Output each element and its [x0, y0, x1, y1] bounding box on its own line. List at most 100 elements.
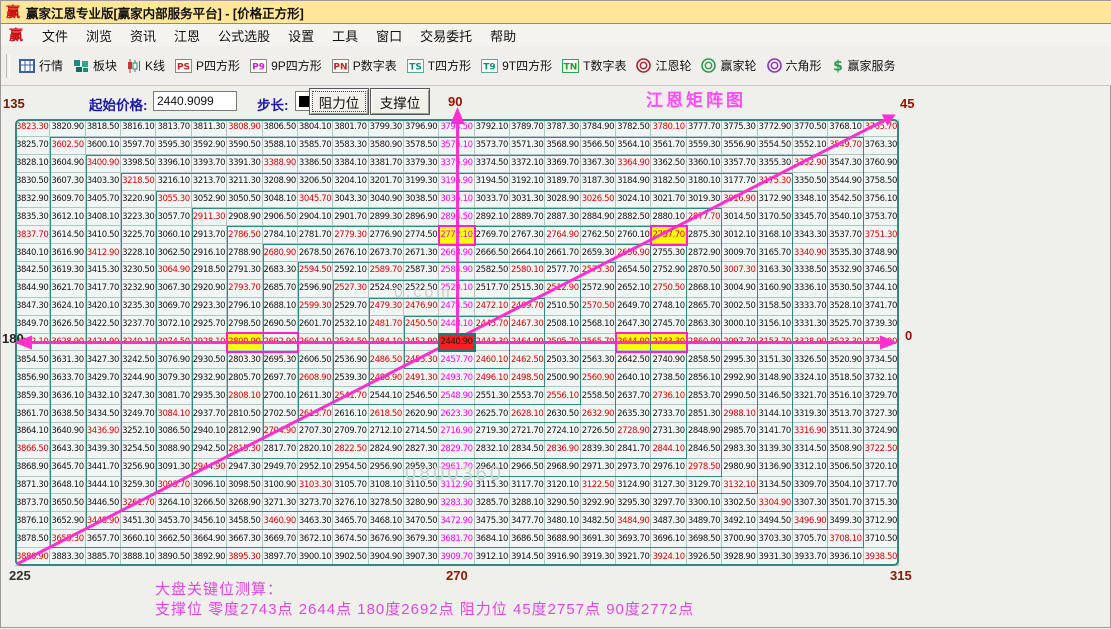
grid-cell: 3506.50 — [828, 459, 863, 477]
grid-cell: 2752.90 — [651, 262, 686, 280]
grid-cell: 2860.90 — [687, 334, 722, 352]
toolbar-item-7[interactable]: T99T四方形 — [476, 54, 557, 77]
grid-cell: 3729.70 — [864, 387, 899, 405]
menu-item-4[interactable]: 公式选股 — [209, 24, 279, 47]
grid-cell: 3597.70 — [121, 137, 156, 155]
grid-cell: 3811.30 — [192, 119, 227, 137]
grid-cell: 3146.50 — [758, 387, 793, 405]
grid-cell: 3064.90 — [156, 262, 191, 280]
grid-cell: 3300.10 — [687, 494, 722, 512]
grid-cell: 2827.30 — [404, 441, 439, 459]
grid-cell: 3624.10 — [50, 298, 85, 316]
grid-cell: 2587.30 — [404, 262, 439, 280]
resistance-button[interactable]: 阻力位 — [309, 88, 369, 115]
grid-cell: 3040.90 — [369, 191, 404, 209]
badge-icon: TN — [562, 59, 579, 73]
grid-cell: 2647.30 — [616, 316, 651, 334]
grid-cell: 3223.30 — [121, 208, 156, 226]
grid-cell: 3832.90 — [15, 191, 50, 209]
toolbar-item-6[interactable]: TST四方形 — [402, 54, 476, 77]
grid-cell: 3936.10 — [828, 548, 863, 566]
badge-icon: TS — [407, 59, 424, 73]
grid-cell: 2762.50 — [581, 226, 616, 244]
grid-cell: 3331.30 — [793, 316, 828, 334]
menu-item-7[interactable]: 窗口 — [367, 24, 411, 47]
grid-cell: 3429.70 — [86, 369, 121, 387]
menu-item-1[interactable]: 浏览 — [77, 24, 121, 47]
menu-item-8[interactable]: 交易委托 — [411, 24, 481, 47]
grid-cell: 2901.70 — [333, 208, 368, 226]
toolbar-item-label: K线 — [145, 57, 165, 74]
grid-cell: 2877.70 — [687, 208, 722, 226]
grid-cell: 3636.10 — [50, 387, 85, 405]
grid-cell: 3189.70 — [545, 173, 580, 191]
grid-cell: 2937.70 — [192, 405, 227, 423]
chart-title: 江恩矩阵图 — [646, 86, 746, 111]
grid-cell: 3616.90 — [50, 244, 85, 262]
grid-cell: 3177.70 — [722, 173, 757, 191]
grid-cell: 3590.50 — [227, 137, 262, 155]
grid-cell: 2817.70 — [263, 441, 298, 459]
grid-cell: 3674.50 — [333, 530, 368, 548]
wheel-icon — [701, 58, 716, 73]
grid-cell: 2671.30 — [404, 244, 439, 262]
grid-cell: 3818.50 — [86, 119, 121, 137]
grid-cell: 2690.50 — [263, 316, 298, 334]
grid-cell: 2551.30 — [475, 387, 510, 405]
grid-cell: 2829.70 — [439, 441, 474, 459]
grid-cell: 2580.10 — [510, 262, 545, 280]
grid-cell: 3722.50 — [864, 441, 899, 459]
toolbar-item-label: 9P四方形 — [271, 57, 322, 74]
grid-cell: 3456.10 — [192, 512, 227, 530]
toolbar-item-label: 9T四方形 — [502, 57, 552, 74]
menu-item-5[interactable]: 设置 — [279, 24, 323, 47]
menu-item-3[interactable]: 江恩 — [165, 24, 209, 47]
grid-cell: 3048.10 — [263, 191, 298, 209]
grid-cell: 3139.30 — [758, 441, 793, 459]
angle-label-315: 315 — [890, 568, 912, 583]
toolbar-item-1[interactable]: 板块 — [68, 54, 122, 77]
grid-cell: 3151.30 — [758, 351, 793, 369]
grid-cell: 3660.10 — [121, 530, 156, 548]
grid-cell: 2572.90 — [581, 280, 616, 298]
toolbar-item-4[interactable]: P99P四方形 — [245, 54, 327, 77]
grid-cell: 3108.10 — [369, 477, 404, 495]
support-button[interactable]: 支撑位 — [370, 88, 430, 115]
grid-cell: 3088.90 — [156, 441, 191, 459]
grid-cell: 3475.30 — [475, 512, 510, 530]
toolbar-item-0[interactable]: 行情 — [14, 54, 68, 77]
menu-item-9[interactable]: 帮助 — [481, 24, 525, 47]
toolbar-item-11[interactable]: 六角形 — [762, 54, 827, 77]
grid-cell: 3273.70 — [298, 494, 333, 512]
angle-label-90: 90 — [448, 94, 462, 109]
toolbar-item-12[interactable]: $赢家服务 — [827, 54, 901, 77]
grid-cell: 3122.50 — [581, 477, 616, 495]
grid-cell: 3247.30 — [121, 387, 156, 405]
grid-cell: 2594.50 — [298, 262, 333, 280]
toolbar-item-10[interactable]: 赢家轮 — [696, 54, 761, 77]
grid-cell: 3069.70 — [156, 298, 191, 316]
menu-item-6[interactable]: 工具 — [323, 24, 367, 47]
grid-cell: 3580.90 — [369, 137, 404, 155]
grid-cell: 2956.90 — [369, 459, 404, 477]
toolbar-item-9[interactable]: 江恩轮 — [631, 54, 696, 77]
grid-cell: 3662.50 — [156, 530, 191, 548]
grid-cell: 3446.50 — [86, 494, 121, 512]
grid-cell: 2748.10 — [651, 298, 686, 316]
toolbar-item-5[interactable]: PNP数字表 — [327, 54, 402, 77]
grid-cell: 2985.70 — [722, 423, 757, 441]
toolbar-item-2[interactable]: K线 — [122, 54, 170, 77]
grid-cell: 3187.30 — [581, 173, 616, 191]
grid-cell: 3698.50 — [687, 530, 722, 548]
grid-cell: 3410.50 — [86, 226, 121, 244]
grid-cell: 3091.30 — [156, 459, 191, 477]
grid-cell: 2448.10 — [439, 316, 474, 334]
menu-item-0[interactable]: 文件 — [33, 24, 77, 47]
start-price-input[interactable] — [153, 91, 237, 111]
grid-cell: 3540.10 — [828, 208, 863, 226]
grid-cell: 2973.70 — [616, 459, 651, 477]
toolbar-item-3[interactable]: PSP四方形 — [170, 54, 245, 77]
toolbar-item-8[interactable]: TNT数字表 — [557, 54, 631, 77]
grid-cell: 3763.30 — [864, 137, 899, 155]
menu-item-2[interactable]: 资讯 — [121, 24, 165, 47]
